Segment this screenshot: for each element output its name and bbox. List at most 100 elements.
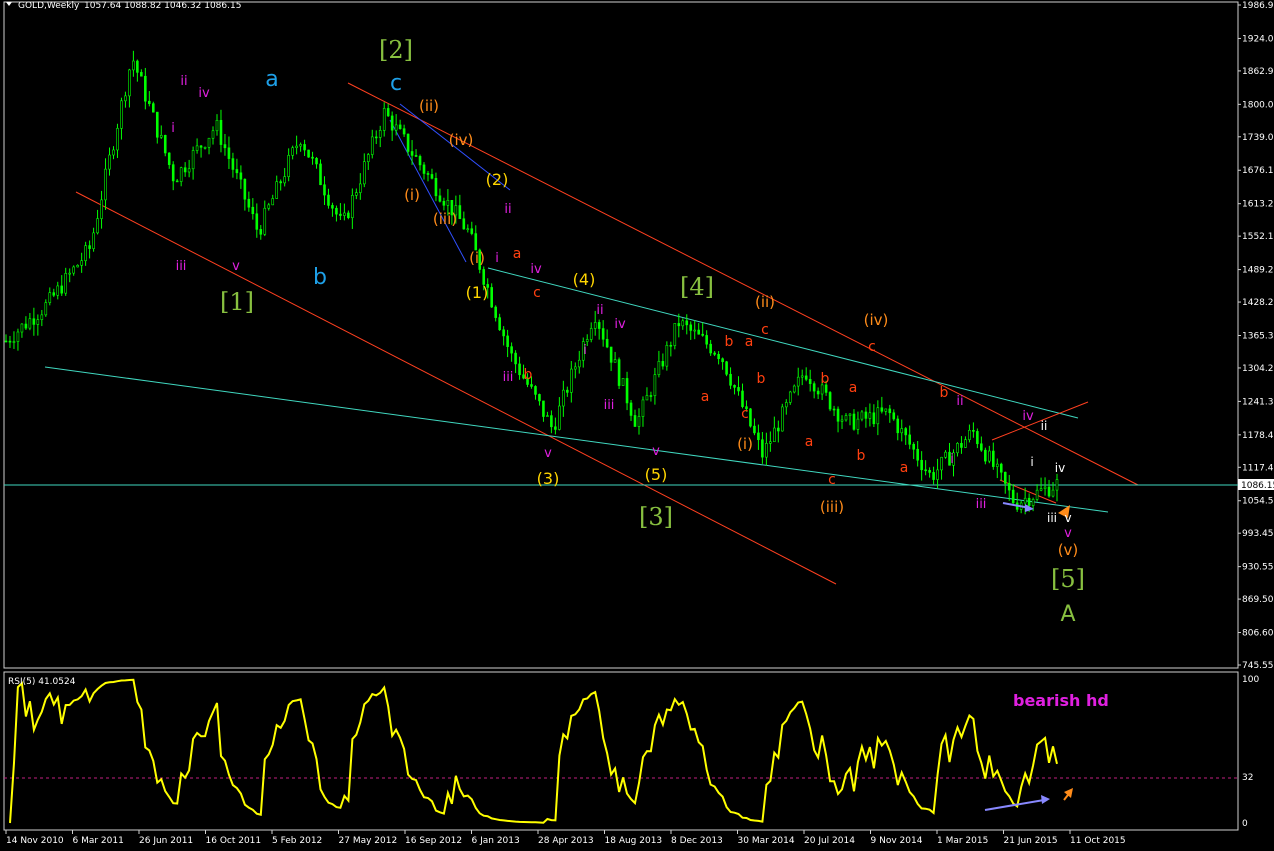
candle-body xyxy=(995,463,999,467)
candle-body xyxy=(645,395,649,401)
candle-body xyxy=(673,323,677,346)
candle-body xyxy=(191,150,195,170)
candle-body xyxy=(434,178,438,197)
candle-body xyxy=(852,413,856,430)
ohlc-values: 1057.64 1088.82 1046.32 1086.15 xyxy=(84,1,241,11)
wave-label-iv-2: iv xyxy=(530,262,542,277)
time-tick-label: 1 Mar 2015 xyxy=(937,836,988,846)
price-tick-label: 1178.45 xyxy=(1242,431,1274,441)
candle-body xyxy=(104,168,107,201)
candle-body xyxy=(271,198,275,206)
wave-label-iv-1: iv xyxy=(198,86,210,101)
wave-label-sub-b-3: b xyxy=(757,371,766,387)
candle-body xyxy=(860,411,864,420)
candle-body xyxy=(1011,489,1015,504)
candle-body xyxy=(311,156,314,159)
candle-body xyxy=(621,378,625,386)
candle-body xyxy=(984,449,987,462)
candle-body xyxy=(534,386,537,395)
candle-body xyxy=(577,359,581,368)
candle-body xyxy=(199,145,203,148)
candle-body xyxy=(498,317,501,331)
candle-body xyxy=(558,405,561,430)
gold-weekly-chart[interactable]: 1986.90 1924.00 1862.95 1800.05 1739.00 1676.… xyxy=(0,0,1274,847)
candle-body xyxy=(116,128,119,151)
candle-body xyxy=(757,432,760,441)
candle-body xyxy=(705,335,708,345)
candle-body xyxy=(784,402,788,408)
wave-label-int-4: (4) xyxy=(573,270,596,289)
candle-body xyxy=(124,95,127,102)
candle-body xyxy=(972,429,975,432)
candle-body xyxy=(530,384,533,387)
wave-label-sub-c-2: c xyxy=(761,322,769,338)
candle-body xyxy=(60,285,64,294)
rsi-tick-label: 100 xyxy=(1242,675,1259,685)
price-tick-label: 745.55 xyxy=(1242,661,1274,671)
candle-body xyxy=(175,180,179,183)
candle-body xyxy=(701,333,704,336)
candle-body xyxy=(28,318,32,329)
candle-body xyxy=(832,408,836,411)
candle-body xyxy=(992,450,995,467)
price-tick-label: 1054.50 xyxy=(1242,497,1274,507)
candle-body xyxy=(904,428,908,436)
candle-body xyxy=(40,314,44,320)
candle-body xyxy=(792,385,796,393)
candle-body xyxy=(856,418,860,430)
wave-label-v-1: v xyxy=(232,259,240,274)
candle-body xyxy=(406,133,410,152)
candle-body xyxy=(804,375,808,380)
wave-label-i-4: i xyxy=(950,452,954,467)
candle-body xyxy=(625,378,629,404)
candle-body xyxy=(12,341,16,343)
candle-body xyxy=(140,72,143,77)
candle-body xyxy=(613,359,617,363)
chart-svg[interactable]: 1986.90 1924.00 1862.95 1800.05 1739.00 1676.… xyxy=(0,0,1274,847)
candle-body xyxy=(235,169,239,174)
candle-body xyxy=(323,184,326,196)
price-tick-label: 1862.95 xyxy=(1242,67,1274,77)
candle-body xyxy=(777,427,780,432)
wave-label-ii-1: ii xyxy=(180,74,187,89)
candle-body xyxy=(546,415,549,417)
price-tick-label: 806.60 xyxy=(1242,629,1274,639)
candle-body xyxy=(518,363,521,376)
candle-body xyxy=(283,176,286,184)
candle-body xyxy=(335,207,338,215)
candle-body xyxy=(892,412,896,420)
wave-label-ii-4: ii xyxy=(956,394,963,409)
candle-body xyxy=(52,292,56,296)
candle-body xyxy=(430,174,434,179)
wave-label-primary-5: [5] xyxy=(1051,565,1085,593)
candle-body xyxy=(912,444,915,450)
candle-body xyxy=(1039,488,1043,491)
candle-body xyxy=(836,408,840,422)
candle-body xyxy=(1007,483,1011,491)
wave-label-iv-4: iv xyxy=(1022,409,1034,424)
wave-label-i-1: i xyxy=(171,121,175,136)
price-tick-label: 1800.05 xyxy=(1242,100,1274,110)
candle-body xyxy=(259,229,263,235)
wave-label-ii-3: ii xyxy=(596,303,603,318)
candle-body xyxy=(438,195,442,202)
wave-label-int-2: (2) xyxy=(486,170,509,189)
wave-label-v-3: v xyxy=(652,444,660,459)
candle-body xyxy=(56,285,60,296)
candle-body xyxy=(155,111,159,138)
time-tick-label: 14 Nov 2010 xyxy=(6,836,64,846)
wave-label-minor-iii-a: (iii) xyxy=(433,210,457,228)
candle-body xyxy=(96,218,99,234)
time-tick-label: 20 Jul 2014 xyxy=(804,836,855,846)
candle-body xyxy=(144,75,147,102)
candle-body xyxy=(390,115,394,131)
candle-body xyxy=(1043,486,1047,489)
candle-body xyxy=(386,108,390,117)
wave-label-sub-b-5: b xyxy=(857,448,866,464)
wave-label-minor-i-a: (i) xyxy=(404,186,420,204)
candle-body xyxy=(223,144,227,149)
candle-body xyxy=(570,368,573,393)
wave-label-iii-3: iii xyxy=(604,398,615,413)
candle-body xyxy=(928,470,931,473)
wave-label-i-2: i xyxy=(495,251,499,266)
